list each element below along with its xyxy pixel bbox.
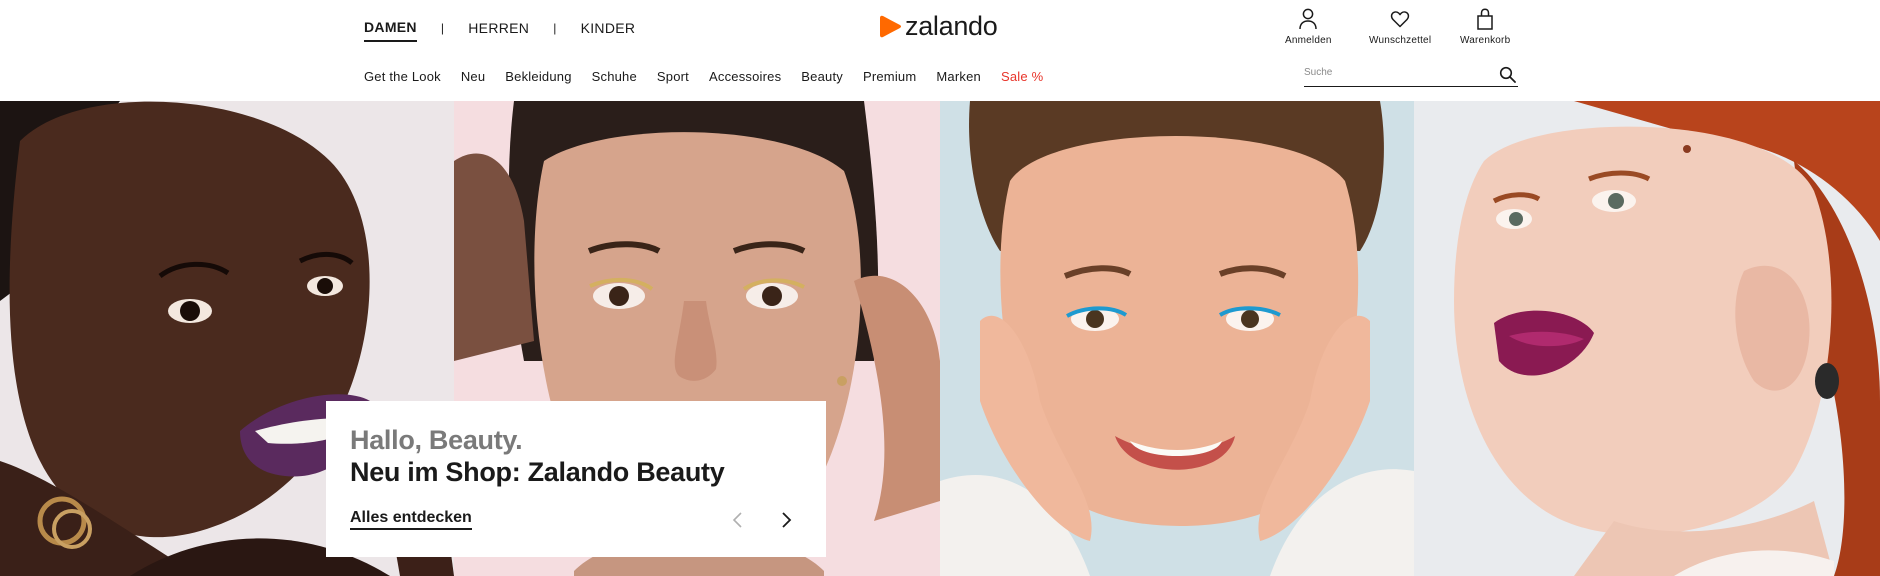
- site-header: DAMEN | HERREN | KINDER zalando Anmelden…: [0, 0, 1880, 101]
- search-icon[interactable]: [1499, 66, 1516, 83]
- category-sale[interactable]: Sale %: [1001, 69, 1043, 84]
- user-icon: [1299, 8, 1318, 30]
- bag-icon: [1477, 8, 1493, 30]
- login-link[interactable]: Anmelden: [1285, 8, 1332, 46]
- category-sport[interactable]: Sport: [657, 69, 689, 84]
- hero-headline: Neu im Shop: Zalando Beauty: [350, 457, 725, 487]
- chevron-left-icon[interactable]: [729, 511, 747, 529]
- logo-text: zalando: [905, 11, 998, 41]
- search-bar: [1304, 64, 1518, 87]
- hero-banner[interactable]: Hallo, Beauty. Neu im Shop: Zalando Beau…: [0, 101, 1880, 576]
- category-accessoires[interactable]: Accessoires: [709, 69, 781, 84]
- zalando-play-logo-icon: [880, 15, 901, 38]
- hero-image-model-blue-eyeliner[interactable]: [940, 101, 1414, 576]
- hero-cta-link[interactable]: Alles entdecken: [350, 509, 472, 530]
- category-nav: Get the Look Neu Bekleidung Schuhe Sport…: [364, 69, 1063, 84]
- wishlist-label: Wunschzettel: [1369, 35, 1432, 46]
- category-get-the-look[interactable]: Get the Look: [364, 69, 441, 84]
- category-premium[interactable]: Premium: [863, 69, 916, 84]
- search-input[interactable]: [1304, 67, 1484, 78]
- account-nav: Anmelden Wunschzettel Warenkorb: [1285, 8, 1525, 48]
- gender-nav: DAMEN | HERREN | KINDER: [364, 19, 635, 42]
- hero-promo-card: Hallo, Beauty. Neu im Shop: Zalando Beau…: [326, 401, 826, 557]
- category-marken[interactable]: Marken: [936, 69, 981, 84]
- zalando-logo[interactable]: zalando: [880, 11, 998, 42]
- chevron-right-icon[interactable]: [777, 511, 795, 529]
- gender-tab-kinder[interactable]: KINDER: [581, 20, 636, 41]
- gender-tab-herren[interactable]: HERREN: [468, 20, 529, 41]
- category-beauty[interactable]: Beauty: [801, 69, 843, 84]
- cart-link[interactable]: Warenkorb: [1460, 8, 1510, 46]
- hero-image-model-glitter-lips[interactable]: [1414, 101, 1880, 576]
- cart-label: Warenkorb: [1460, 35, 1511, 46]
- category-bekleidung[interactable]: Bekleidung: [505, 69, 571, 84]
- category-neu[interactable]: Neu: [461, 69, 485, 84]
- hero-kicker: Hallo, Beauty.: [350, 425, 523, 455]
- category-schuhe[interactable]: Schuhe: [592, 69, 637, 84]
- gender-tab-damen[interactable]: DAMEN: [364, 19, 417, 42]
- gender-separator: |: [553, 21, 557, 35]
- heart-icon: [1390, 11, 1410, 28]
- login-label: Anmelden: [1285, 35, 1332, 46]
- gender-separator: |: [440, 21, 445, 35]
- wishlist-link[interactable]: Wunschzettel: [1369, 8, 1431, 46]
